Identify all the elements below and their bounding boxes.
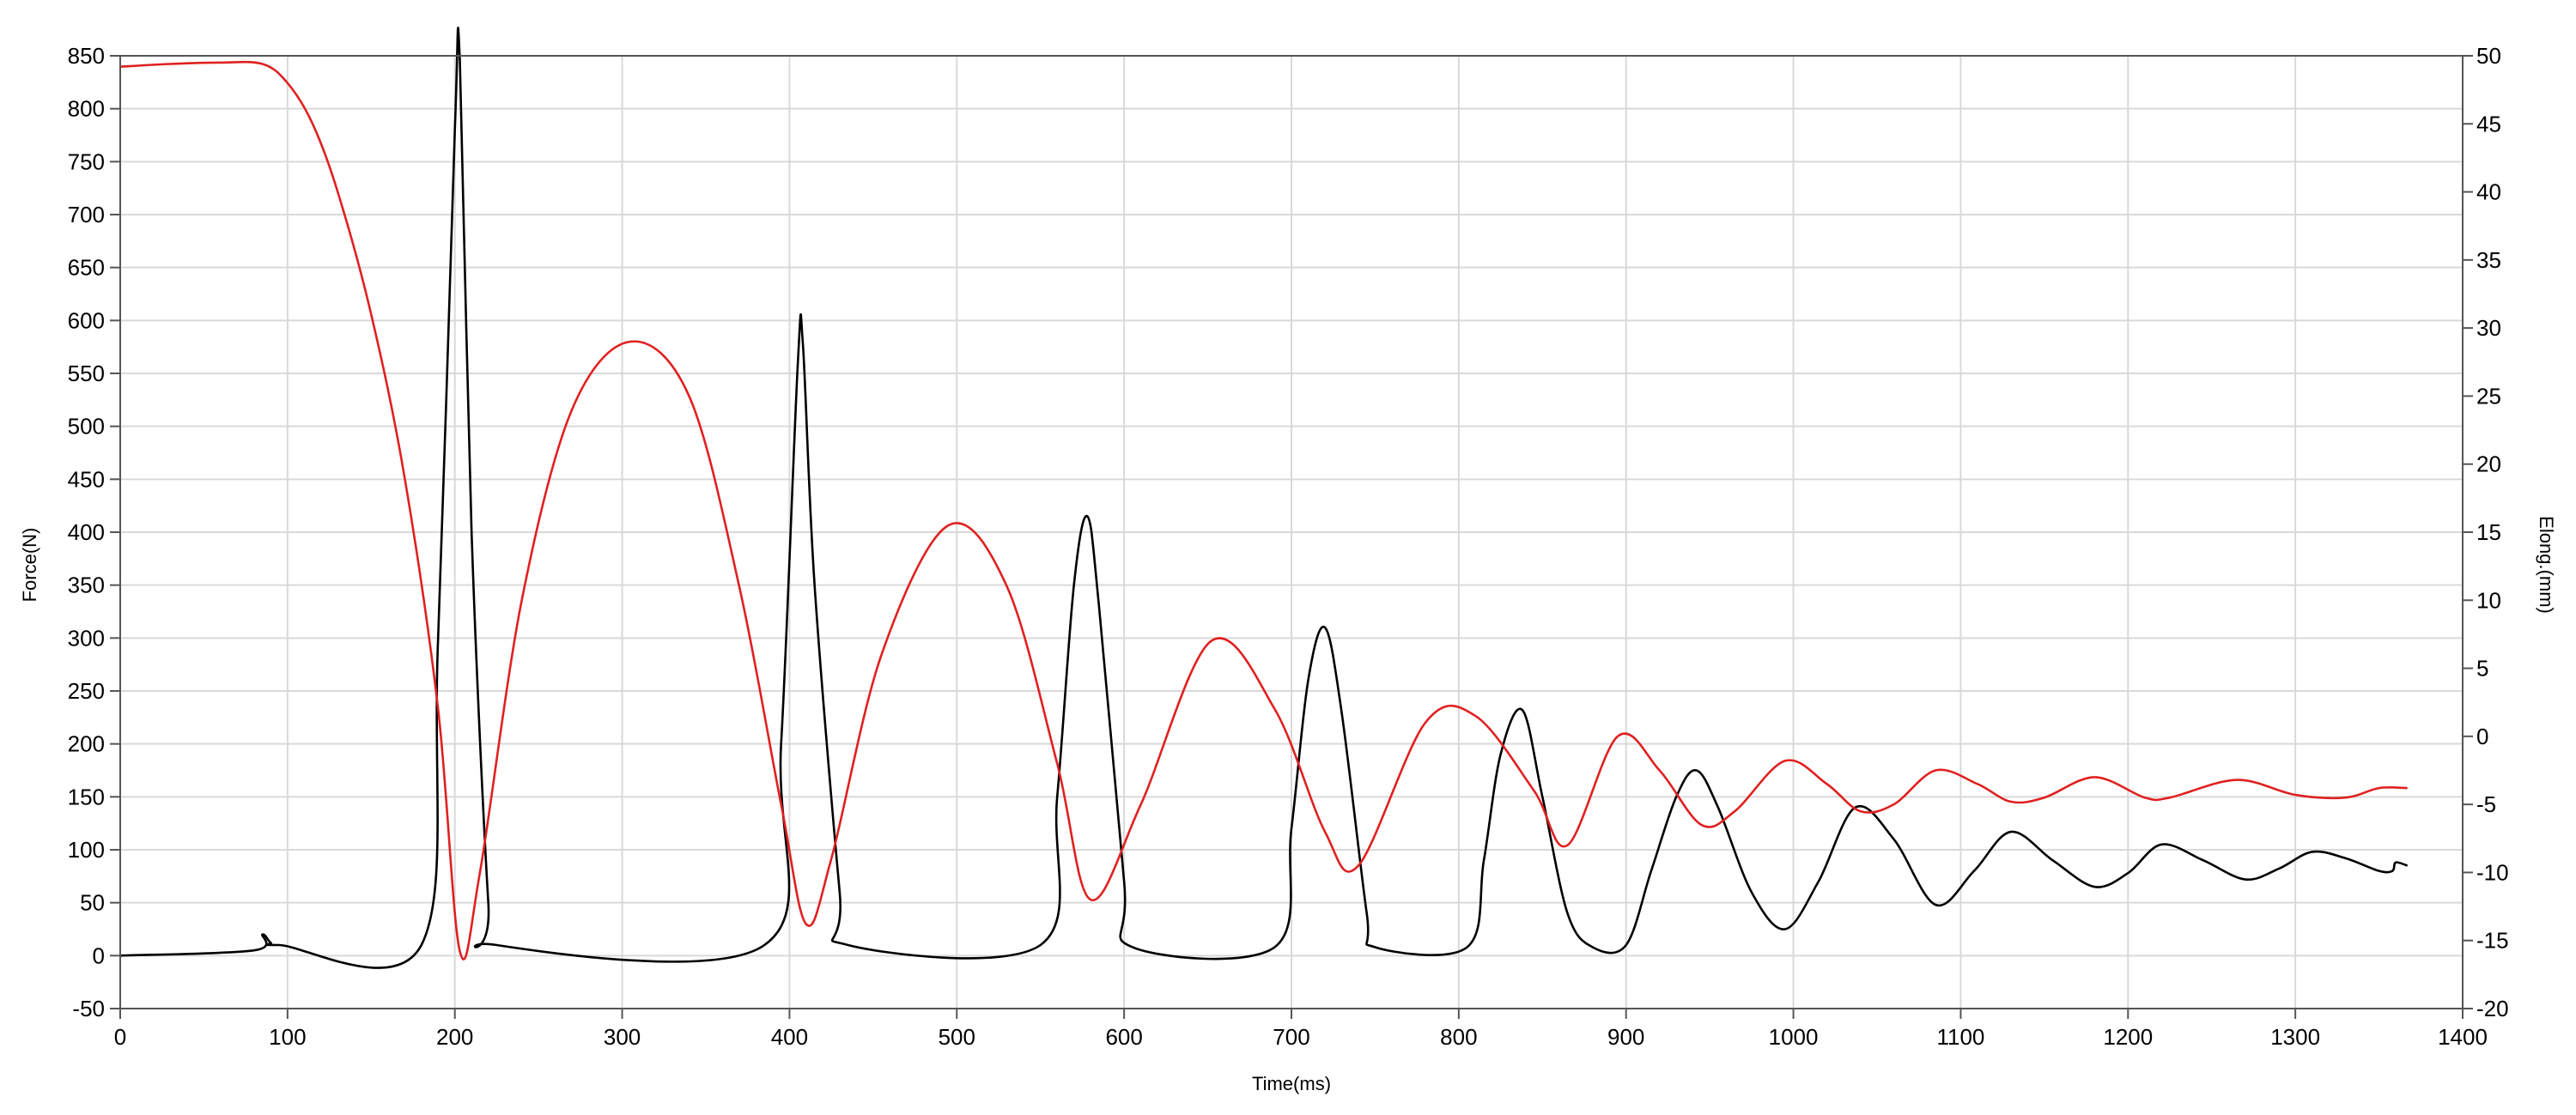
chart: 0 100 200 300 400 500 600 700 800 900 1000 1100 1200…	[19, 27, 2557, 1094]
x-tick-label: 600	[1105, 1024, 1142, 1050]
y-right-tick-label: 15	[2476, 519, 2501, 545]
x-tick-label: 100	[269, 1024, 306, 1050]
y-left-tick-label: 100	[68, 837, 105, 863]
y-right-tick-label: 5	[2476, 656, 2488, 682]
y-left-tick-label: 400	[68, 519, 105, 545]
x-tick-label: 300	[604, 1024, 641, 1050]
y-left-tick-label: 200	[68, 731, 105, 757]
y-left-tick-label: 150	[68, 784, 105, 809]
y-right-tick-label: -15	[2476, 928, 2509, 954]
y-right-tick-label: 20	[2476, 451, 2501, 477]
y-left-tick-label: 550	[68, 361, 105, 386]
y-right-tick-label: 50	[2476, 43, 2501, 69]
x-tick-label: 0	[114, 1024, 126, 1050]
x-tick-label: 500	[939, 1024, 975, 1050]
y-right-tick-label: -20	[2476, 996, 2509, 1021]
y-right-tick-label: 45	[2476, 111, 2501, 136]
y-left-tick-label: 850	[68, 43, 105, 69]
y-axis-left-title: Force(N)	[19, 528, 40, 603]
y-right-tick-label: 30	[2476, 315, 2501, 341]
y-left-tick-label: -50	[72, 996, 105, 1021]
y-right-tick-label: 10	[2476, 587, 2501, 613]
y-right-tick-label: -10	[2476, 859, 2509, 885]
y-left-tick-label: 800	[68, 96, 105, 122]
y-left-tick-label: 50	[80, 890, 105, 916]
x-tick-label: 1000	[1769, 1024, 1819, 1050]
y-left-tick-label: 700	[68, 202, 105, 227]
x-tick-label: 1200	[2103, 1024, 2153, 1050]
x-tick-label: 1100	[1936, 1024, 1984, 1050]
x-tick-label: 200	[436, 1024, 473, 1050]
y-right-tick-label: -5	[2476, 791, 2496, 817]
y-left-tick-label: 650	[68, 255, 105, 281]
y-left-tick-label: 750	[68, 148, 105, 174]
y-left-tick-label: 450	[68, 466, 105, 492]
y-left-tick-label: 600	[68, 307, 105, 333]
x-tick-label: 900	[1607, 1024, 1644, 1050]
x-tick-label: 800	[1440, 1024, 1477, 1050]
x-tick-label: 700	[1273, 1024, 1309, 1050]
y-right-tick-label: 25	[2476, 383, 2501, 409]
y-left-tick-label: 0	[93, 942, 105, 968]
y-left-tick-label: 300	[68, 625, 105, 651]
x-tick-label: 1300	[2270, 1024, 2320, 1050]
x-tick-label: 1400	[2438, 1024, 2488, 1050]
x-axis-title: Time(ms)	[1252, 1073, 1331, 1094]
y-right-tick-label: 40	[2476, 179, 2501, 205]
y-left-tick-label: 350	[68, 573, 105, 598]
x-tick-label: 400	[771, 1024, 808, 1050]
y-right-tick-label: 0	[2476, 724, 2488, 749]
y-left-tick-label: 250	[68, 678, 105, 704]
y-right-tick-label: 35	[2476, 247, 2501, 273]
y-axis-right-title: Elong.(mm)	[2536, 516, 2557, 614]
y-left-tick-label: 500	[68, 414, 105, 439]
